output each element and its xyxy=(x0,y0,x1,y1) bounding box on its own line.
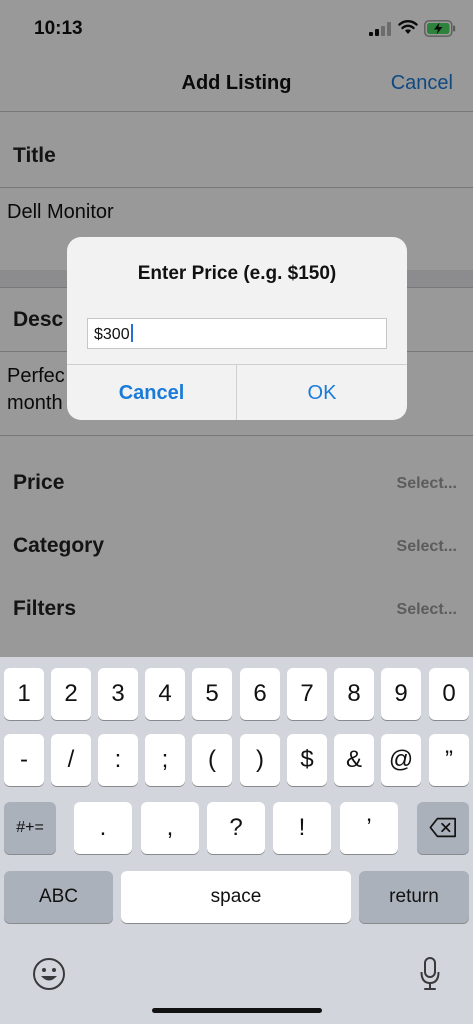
key-hyphen[interactable]: - xyxy=(4,734,44,786)
key-return[interactable]: return xyxy=(359,871,469,923)
key-close-paren[interactable]: ) xyxy=(240,734,280,786)
key-3[interactable]: 3 xyxy=(98,668,138,720)
key-0[interactable]: 0 xyxy=(429,668,469,720)
emoji-icon[interactable] xyxy=(32,957,66,991)
price-input[interactable]: $300 xyxy=(87,318,387,349)
key-exclamation[interactable]: ! xyxy=(273,802,331,854)
price-alert-dialog: Enter Price (e.g. $150) $300 Cancel OK xyxy=(67,237,407,420)
key-at[interactable]: @ xyxy=(381,734,421,786)
key-4[interactable]: 4 xyxy=(145,668,185,720)
alert-ok-button[interactable]: OK xyxy=(237,365,407,420)
key-slash[interactable]: / xyxy=(51,734,91,786)
key-period[interactable]: . xyxy=(74,802,132,854)
delete-key[interactable] xyxy=(417,802,469,854)
key-quote[interactable]: ” xyxy=(429,734,469,786)
alert-cancel-button[interactable]: Cancel xyxy=(67,365,237,420)
key-1[interactable]: 1 xyxy=(4,668,44,720)
backspace-icon xyxy=(429,817,456,838)
key-2[interactable]: 2 xyxy=(51,668,91,720)
alert-actions: Cancel OK xyxy=(67,364,407,420)
key-abc[interactable]: ABC xyxy=(4,871,113,923)
key-dollar[interactable]: $ xyxy=(287,734,327,786)
key-6[interactable]: 6 xyxy=(240,668,280,720)
key-7[interactable]: 7 xyxy=(287,668,327,720)
key-question[interactable]: ? xyxy=(207,802,265,854)
key-colon[interactable]: : xyxy=(98,734,138,786)
key-ampersand[interactable]: & xyxy=(334,734,374,786)
text-cursor xyxy=(130,324,133,342)
home-indicator[interactable] xyxy=(152,1008,322,1013)
key-open-paren[interactable]: ( xyxy=(192,734,232,786)
key-9[interactable]: 9 xyxy=(381,668,421,720)
key-space[interactable]: space xyxy=(121,871,351,923)
price-input-value: $300 xyxy=(94,326,130,343)
key-comma[interactable]: , xyxy=(141,802,199,854)
numeric-keyboard: 1 2 3 4 5 6 7 8 9 0 - / : ; ( ) $ & @ ” … xyxy=(0,657,473,1024)
microphone-icon[interactable] xyxy=(420,957,440,991)
key-5[interactable]: 5 xyxy=(192,668,232,720)
alert-title: Enter Price (e.g. $150) xyxy=(137,263,337,284)
key-apostrophe[interactable]: ’ xyxy=(340,802,398,854)
key-more-symbols[interactable]: #+= xyxy=(4,802,56,854)
key-semicolon[interactable]: ; xyxy=(145,734,185,786)
key-8[interactable]: 8 xyxy=(334,668,374,720)
